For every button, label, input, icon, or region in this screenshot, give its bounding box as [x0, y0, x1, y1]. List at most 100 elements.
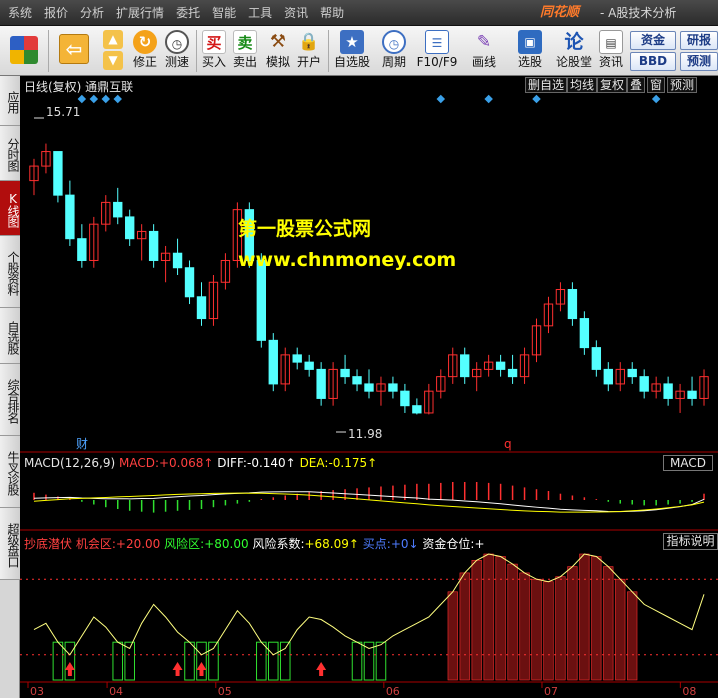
chart-forecast-button[interactable]: 预测 — [667, 77, 698, 93]
watchlist-button[interactable]: ★ 自选股 — [332, 28, 372, 74]
candle-body — [352, 376, 362, 385]
menu-item-smart[interactable]: 智能 — [206, 0, 242, 26]
candlestick-series — [29, 143, 709, 415]
indicator-help-button[interactable]: 指标说明 — [663, 533, 718, 550]
buy-label: 买入 — [201, 55, 226, 69]
ma-button[interactable]: 均线 — [567, 77, 598, 93]
risk-bar — [615, 578, 626, 681]
grid-layout-icon — [10, 36, 38, 64]
clock-icon: ◷ — [165, 30, 189, 54]
news-label: 资讯 — [598, 55, 623, 69]
menu-item-quotes[interactable]: 报价 — [38, 0, 74, 26]
page-up-down[interactable]: ▲ ▼ — [100, 28, 126, 74]
macd-tag-button[interactable]: MACD — [663, 455, 713, 471]
research-button[interactable]: 研报 — [680, 31, 718, 50]
buy-arrow-icon — [196, 662, 207, 676]
period-label: 周期 — [381, 55, 406, 69]
fix-button[interactable]: ↻ 修正 — [130, 28, 160, 74]
risk-coef-value: +68.09↑ — [304, 537, 359, 551]
event-diamond-icon — [101, 94, 111, 104]
event-diamond-icon — [113, 94, 122, 104]
tab-watchlist[interactable]: 自选股 — [0, 308, 20, 364]
f10-button[interactable]: ☰ F10/F9 — [416, 28, 458, 74]
risk-zone-label: 风险区: — [164, 537, 205, 551]
risk-bar — [603, 566, 614, 681]
tab-apps-label: 应用 — [6, 91, 20, 113]
left-tab-bar: 应用 分时图 K线图 个股资料 自选股 综合排名 牛叉诊股 超级盘口 — [0, 76, 20, 698]
candle-body — [113, 201, 123, 218]
event-diamond-icon — [651, 94, 661, 104]
tab-stock-profile[interactable]: 个股资料 — [0, 236, 20, 308]
sell-button[interactable]: 卖 卖出 — [231, 28, 259, 74]
menu-item-system[interactable]: 系统 — [2, 0, 38, 26]
candle-body — [412, 405, 422, 414]
tab-kline[interactable]: K线图 — [0, 181, 20, 236]
overlay-button[interactable]: 叠 — [627, 77, 646, 93]
candle-body — [256, 259, 267, 341]
finance-marker: 财 — [76, 437, 88, 451]
stock-screen-label: 选股 — [517, 55, 542, 69]
candle-body — [567, 289, 578, 320]
buy-point-label: 买点: — [362, 537, 391, 551]
indicator-legend: 抄底潜伏 机会区:+20.00 风险区:+80.00 风险系数:+68.09↑ … — [24, 535, 485, 552]
bbd-button[interactable]: BBD — [630, 52, 676, 71]
adjust-button[interactable]: 复权 — [597, 77, 628, 93]
back-button[interactable]: ⇦ — [54, 28, 94, 74]
tab-watchlist-label: 自选股 — [6, 320, 20, 354]
menu-item-analysis[interactable]: 分析 — [74, 0, 110, 26]
event-q-marker: q — [504, 437, 512, 451]
risk-bar — [447, 591, 458, 681]
tab-intraday-label: 分时图 — [6, 138, 20, 171]
candle-body — [591, 347, 602, 370]
tab-apps[interactable]: 应用 — [0, 76, 20, 126]
position-value: + — [474, 537, 485, 551]
x-axis-label: 05 — [218, 685, 232, 698]
tab-super-quote[interactable]: 超级盘口 — [0, 508, 20, 580]
simulate-button[interactable]: ⚒ 模拟 — [263, 28, 293, 74]
stock-screen-button[interactable]: ▣ 选股 — [510, 28, 550, 74]
news-button[interactable]: ▤ 资讯 — [597, 28, 625, 74]
menu-item-extended[interactable]: 扩展行情 — [110, 0, 170, 26]
tab-diagnosis[interactable]: 牛叉诊股 — [0, 436, 20, 508]
position-label: 资金仓位: — [422, 537, 475, 551]
forecast-button[interactable]: 预测 — [680, 52, 718, 71]
tab-super-quote-label: 超级盘口 — [6, 523, 20, 567]
news-icon: ▤ — [599, 30, 623, 54]
candle-body — [172, 252, 183, 269]
buy-icon: 买 — [202, 30, 226, 54]
layout-button[interactable] — [6, 28, 42, 74]
risk-bar — [531, 578, 542, 681]
opportunity-bar — [256, 641, 267, 681]
candle-body — [196, 296, 207, 320]
hammer-icon: ⚒ — [269, 31, 287, 52]
event-diamond-icon — [436, 94, 446, 104]
risk-bar — [471, 559, 482, 681]
menu-item-help[interactable]: 帮助 — [314, 0, 350, 26]
risk-bar — [519, 572, 530, 681]
tab-intraday[interactable]: 分时图 — [0, 126, 20, 181]
chart-canvas[interactable]: 15.71 11.98 财 q 03 04 05 06 07 08 — [20, 94, 718, 698]
sell-label: 卖出 — [232, 55, 257, 69]
remove-watchlist-button[interactable]: 删自选 — [525, 77, 568, 93]
speed-test-button[interactable]: ◷ 测速 — [162, 28, 192, 74]
window-button[interactable]: 窗 — [647, 77, 666, 93]
candle-body — [316, 368, 326, 399]
risk-bar — [495, 556, 506, 681]
forum-button[interactable]: 论 论股堂 — [554, 28, 594, 74]
menu-item-tools[interactable]: 工具 — [242, 0, 278, 26]
menu-item-trade[interactable]: 委托 — [170, 0, 206, 26]
macd-name: MACD(12,26,9) — [24, 456, 116, 470]
sell-icon: 卖 — [233, 30, 257, 54]
toolbar-separator — [196, 30, 197, 72]
toolbar-separator — [328, 30, 329, 72]
open-account-button[interactable]: 🔒 开户 — [294, 28, 324, 74]
period-button[interactable]: ◷ 周期 — [376, 28, 412, 74]
funds-button[interactable]: 资金 — [630, 31, 676, 50]
tab-ranking[interactable]: 综合排名 — [0, 364, 20, 436]
speed-test-label: 测速 — [164, 55, 189, 69]
draw-line-button[interactable]: ✎ 画线 — [464, 28, 504, 74]
macd-label: MACD: — [118, 456, 159, 470]
menu-item-news[interactable]: 资讯 — [278, 0, 314, 26]
buy-button[interactable]: 买 买入 — [200, 28, 228, 74]
candle-body — [507, 368, 518, 378]
